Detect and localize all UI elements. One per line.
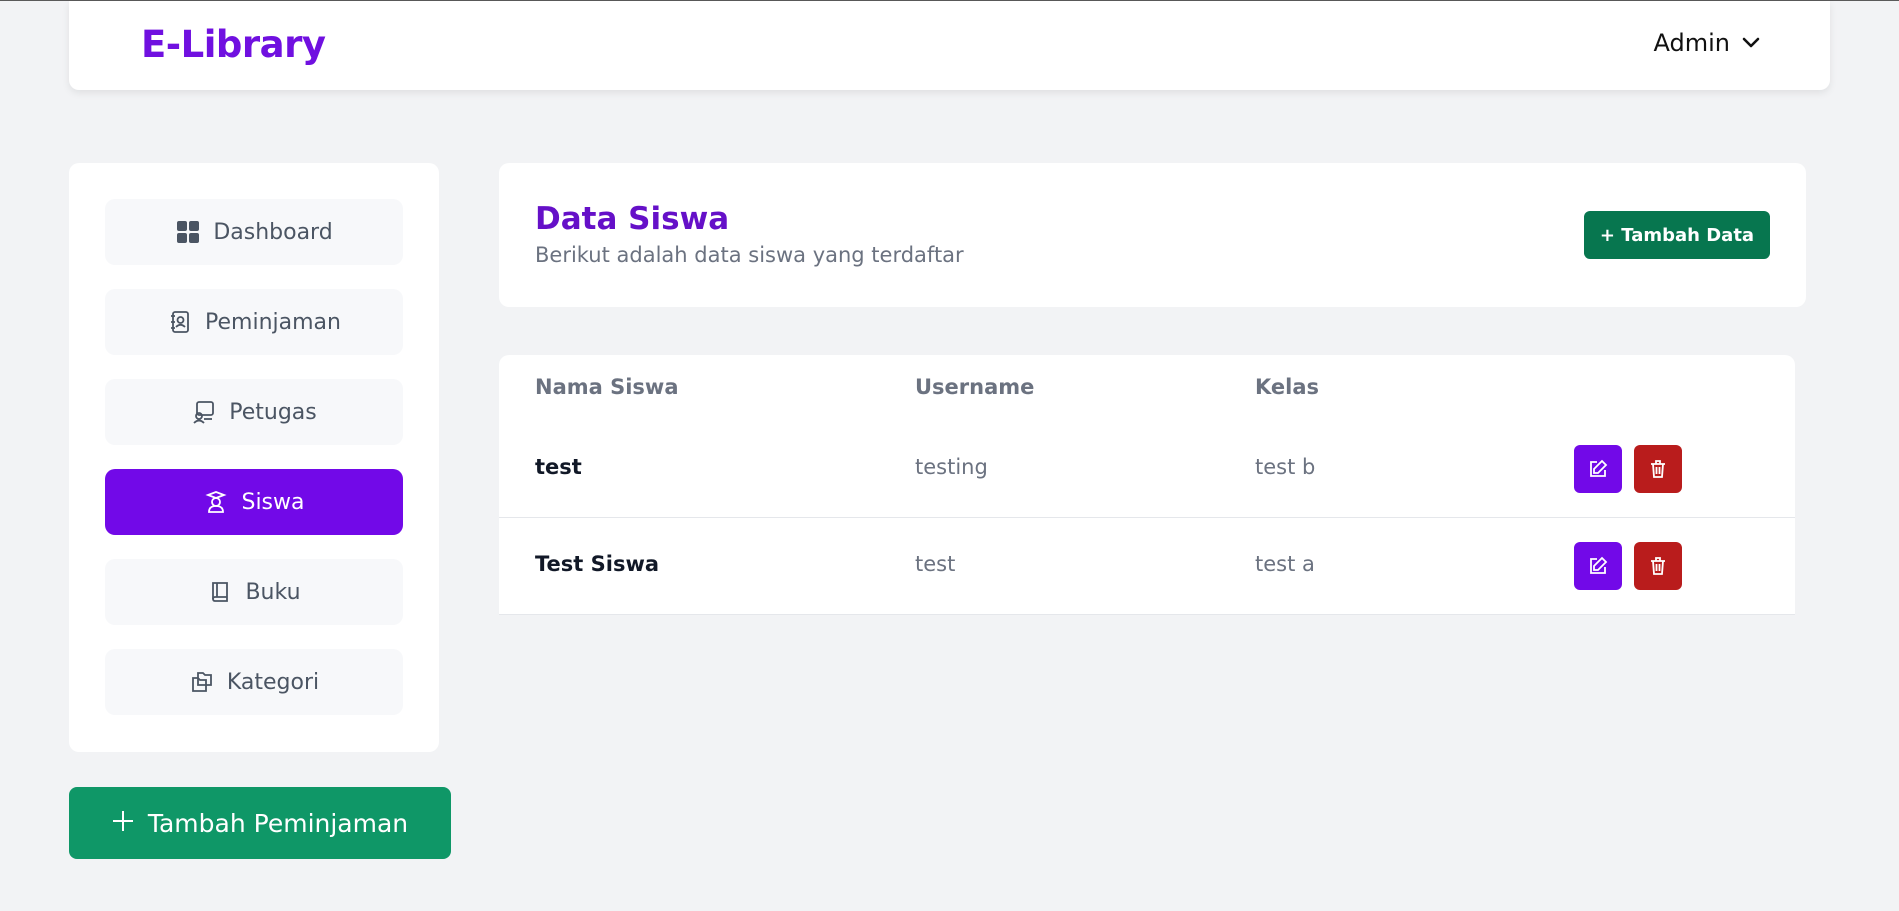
page-header-card: Data Siswa Berikut adalah data siswa yan… [499, 163, 1806, 307]
column-header-nama: Nama Siswa [535, 375, 679, 399]
column-header-username: Username [915, 375, 1035, 399]
edit-icon [1590, 556, 1608, 574]
sidebar-item-label: Siswa [241, 489, 305, 515]
add-loan-button[interactable]: Tambah Peminjaman [69, 787, 451, 859]
table-row: Test Siswa test test a [499, 518, 1795, 615]
sidebar-item-label: Kategori [226, 669, 320, 695]
user-name: Admin [1653, 29, 1731, 57]
sidebar-item-label: Dashboard [213, 219, 333, 245]
sidebar: Dashboard Peminjaman Petugas Siswa Buku … [69, 163, 439, 752]
cell-kelas: test a [1255, 552, 1315, 576]
sidebar-item-kategori[interactable]: Kategori [105, 649, 403, 715]
sidebar-item-label: Petugas [229, 399, 317, 425]
folders-icon [189, 669, 215, 695]
cell-nama: Test Siswa [535, 552, 660, 576]
page-subtitle: Berikut adalah data siswa yang terdaftar [535, 243, 964, 267]
book-icon [207, 579, 233, 605]
cell-kelas: test b [1255, 455, 1316, 479]
table-row: test testing test b [499, 421, 1795, 518]
sidebar-item-buku[interactable]: Buku [105, 559, 403, 625]
sidebar-item-label: Buku [245, 579, 301, 605]
sidebar-item-dashboard[interactable]: Dashboard [105, 199, 403, 265]
sidebar-item-petugas[interactable]: Petugas [105, 379, 403, 445]
chevron-down-icon [1742, 34, 1760, 53]
sidebar-item-siswa[interactable]: Siswa [105, 469, 403, 535]
sidebar-item-label: Peminjaman [205, 309, 341, 335]
contact-book-icon [167, 309, 193, 335]
cell-username: testing [915, 455, 988, 479]
sidebar-item-peminjaman[interactable]: Peminjaman [105, 289, 403, 355]
students-table: Nama Siswa Username Kelas test testing t… [499, 355, 1795, 615]
top-navbar: E-Library Admin [69, 1, 1830, 90]
plus-icon [112, 809, 134, 838]
edit-icon [1590, 459, 1608, 477]
column-header-kelas: Kelas [1255, 375, 1320, 399]
edit-button[interactable] [1574, 445, 1622, 493]
staff-icon [191, 399, 217, 425]
page-title: Data Siswa [535, 201, 730, 237]
add-data-button[interactable]: + Tambah Data [1584, 211, 1770, 259]
delete-button[interactable] [1634, 542, 1682, 590]
user-menu[interactable]: Admin [1654, 29, 1761, 57]
cell-username: test [915, 552, 956, 576]
trash-icon [1651, 557, 1665, 575]
trash-icon [1651, 460, 1665, 478]
delete-button[interactable] [1634, 445, 1682, 493]
add-loan-label: Tambah Peminjaman [147, 808, 409, 838]
grid-icon [175, 219, 201, 245]
edit-button[interactable] [1574, 542, 1622, 590]
student-icon [203, 489, 229, 515]
brand-logo[interactable]: E-Library [141, 23, 326, 66]
cell-nama: test [535, 455, 582, 479]
